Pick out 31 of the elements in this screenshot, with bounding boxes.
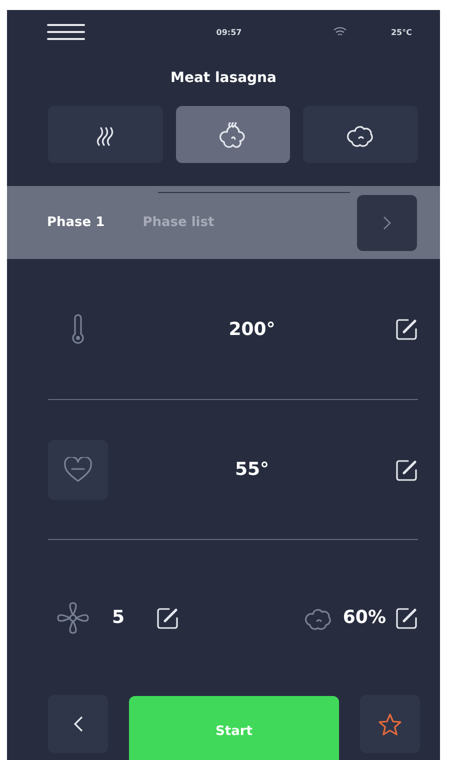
- chevron-right-icon: [383, 216, 391, 230]
- heart-icon: [63, 456, 93, 482]
- edit-icon: [396, 458, 418, 480]
- wifi-icon: [332, 27, 347, 37]
- star-icon: [378, 712, 402, 736]
- mode-button[interactable]: [176, 106, 290, 163]
- temperature-reading: 25°C: [390, 28, 412, 36]
- thermometer-icon: [71, 314, 85, 344]
- phase-list-tab[interactable]: Phase list: [142, 215, 214, 230]
- setting-value: 55°: [234, 459, 270, 480]
- edit-button[interactable]: [396, 458, 418, 480]
- edit-button[interactable]: [396, 606, 418, 628]
- menu-icon: [47, 23, 85, 41]
- phase-tab[interactable]: Phase 1: [47, 215, 105, 230]
- start-button[interactable]: Start: [129, 696, 339, 760]
- clock-time: 09:57: [215, 28, 242, 36]
- next-button[interactable]: [357, 194, 417, 250]
- mode-button[interactable]: [303, 106, 418, 163]
- chevron-left-icon: [74, 716, 82, 732]
- setting-value: 200°: [228, 318, 276, 340]
- edit-button[interactable]: [156, 606, 179, 628]
- favorite-button[interactable]: [360, 695, 420, 753]
- edit-icon: [156, 606, 179, 628]
- edit-icon: [396, 606, 418, 628]
- menu-button[interactable]: [47, 23, 85, 41]
- setting-value: 60%: [342, 607, 386, 628]
- edit-button[interactable]: [396, 318, 418, 340]
- steam-cloud-icon: [218, 120, 248, 150]
- setting-value: 5: [112, 607, 125, 628]
- edit-icon: [396, 318, 418, 340]
- recipe-title: Meat lasagna: [170, 70, 278, 86]
